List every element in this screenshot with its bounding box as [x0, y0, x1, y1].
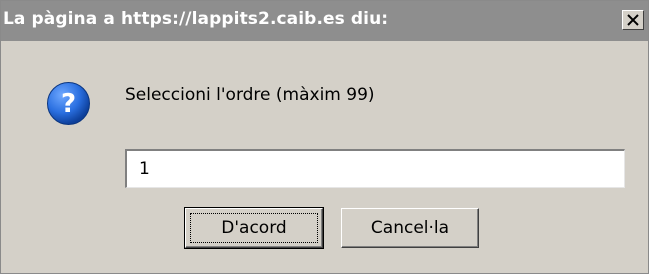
title-bar[interactable]: La pàgina a https://lappits2.caib.es diu…: [1, 1, 648, 41]
prompt-message: Seleccioni l'ordre (màxim 99): [125, 85, 375, 105]
svg-text:?: ?: [61, 89, 76, 119]
close-icon: [627, 14, 639, 26]
question-icon: ?: [47, 82, 90, 125]
order-input[interactable]: [125, 149, 625, 188]
close-button[interactable]: [622, 10, 644, 30]
cancel-button[interactable]: Cancel·la: [341, 208, 479, 248]
prompt-dialog: La pàgina a https://lappits2.caib.es diu…: [0, 0, 649, 274]
ok-button-label: D'acord: [221, 218, 287, 238]
window-title: La pàgina a https://lappits2.caib.es diu…: [3, 9, 389, 29]
ok-button[interactable]: D'acord: [184, 207, 324, 249]
cancel-button-label: Cancel·la: [370, 218, 450, 238]
